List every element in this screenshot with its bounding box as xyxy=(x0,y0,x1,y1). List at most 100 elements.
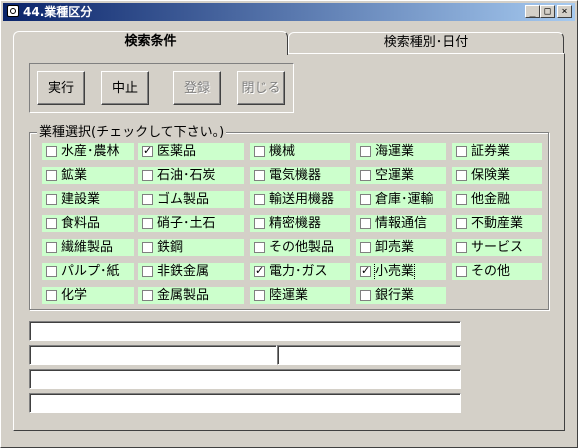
industry-checkbox[interactable]: 保険業 xyxy=(452,167,542,184)
checkbox-label: パルプ･紙 xyxy=(61,264,120,279)
title-bar[interactable]: 44.業種区分 _ □ × xyxy=(3,3,575,21)
industry-checkbox[interactable]: 電力･ガス xyxy=(250,263,350,280)
text-field-2[interactable] xyxy=(29,345,277,365)
checkbox-box[interactable] xyxy=(46,290,57,301)
checkbox-label: 金属製品 xyxy=(157,288,210,303)
industry-checkbox[interactable]: 食料品 xyxy=(42,215,134,232)
checkbox-label: 石油･石炭 xyxy=(157,168,216,183)
industry-checkbox[interactable]: 非鉄金属 xyxy=(138,263,244,280)
industry-checkbox[interactable]: サービス xyxy=(452,239,542,256)
industry-checkbox[interactable]: 建設業 xyxy=(42,191,134,208)
checkbox-box[interactable] xyxy=(254,242,265,253)
checkbox-box[interactable] xyxy=(360,146,371,157)
checkbox-box[interactable] xyxy=(46,146,57,157)
industry-checkbox[interactable]: 不動産業 xyxy=(452,215,542,232)
checkbox-box[interactable] xyxy=(254,218,265,229)
checkbox-box[interactable] xyxy=(456,218,467,229)
industry-checkbox[interactable]: 海運業 xyxy=(356,143,446,160)
checkbox-box[interactable] xyxy=(254,146,265,157)
checkbox-label: 硝子･土石 xyxy=(157,216,216,231)
industry-checkbox[interactable]: ゴム製品 xyxy=(138,191,244,208)
checkbox-label: 空運業 xyxy=(375,168,415,183)
checkbox-box[interactable] xyxy=(142,242,153,253)
checkbox-box[interactable] xyxy=(142,266,153,277)
checkbox-box[interactable] xyxy=(254,264,265,277)
industry-checkbox[interactable]: 化学 xyxy=(42,287,134,304)
checkbox-label: 他金融 xyxy=(471,192,511,207)
register-button: 登録 xyxy=(173,71,221,105)
industry-checkbox[interactable]: パルプ･紙 xyxy=(42,263,134,280)
checkbox-box[interactable] xyxy=(456,266,467,277)
checkbox-box[interactable] xyxy=(360,290,371,301)
checkbox-label: 繊維製品 xyxy=(61,240,114,255)
industry-checkbox[interactable]: 機械 xyxy=(250,143,350,160)
industry-checkbox[interactable]: 鉄鋼 xyxy=(138,239,244,256)
checkbox-box[interactable] xyxy=(254,290,265,301)
industry-checkbox[interactable]: 石油･石炭 xyxy=(138,167,244,184)
checkbox-label: その他 xyxy=(471,264,511,279)
industry-checkbox[interactable]: 銀行業 xyxy=(356,287,446,304)
window-title: 44.業種区分 xyxy=(23,5,93,19)
checkbox-label: 医薬品 xyxy=(157,144,197,159)
maximize-button[interactable]: □ xyxy=(540,5,555,18)
industry-checkbox[interactable]: 陸運業 xyxy=(250,287,350,304)
checkbox-box[interactable] xyxy=(254,170,265,181)
execute-button[interactable]: 実行 xyxy=(37,71,85,105)
text-field-1[interactable] xyxy=(29,321,461,341)
text-field-4[interactable] xyxy=(29,369,461,389)
industry-checkbox[interactable]: 空運業 xyxy=(356,167,446,184)
industry-checkbox[interactable]: 他金融 xyxy=(452,191,542,208)
checkbox-box[interactable] xyxy=(46,242,57,253)
checkbox-box[interactable] xyxy=(46,266,57,277)
industry-checkbox[interactable]: 情報通信 xyxy=(356,215,446,232)
checkbox-label: ゴム製品 xyxy=(157,192,210,207)
industry-checkbox[interactable]: 硝子･土石 xyxy=(138,215,244,232)
checkbox-label: 不動産業 xyxy=(471,216,524,231)
checkbox-box[interactable] xyxy=(142,290,153,301)
industry-checkbox[interactable]: 水産･農林 xyxy=(42,143,134,160)
minimize-button[interactable]: _ xyxy=(525,5,540,18)
checkbox-label: 証券業 xyxy=(471,144,511,159)
industry-checkbox[interactable]: 小売業 xyxy=(356,263,446,280)
app-icon[interactable] xyxy=(7,5,19,17)
checkbox-box[interactable] xyxy=(142,144,153,157)
checkbox-box[interactable] xyxy=(456,146,467,157)
checkbox-box[interactable] xyxy=(456,194,467,205)
industry-checkbox[interactable]: 鉱業 xyxy=(42,167,134,184)
industry-checkbox[interactable]: 輸送用機器 xyxy=(250,191,350,208)
industry-checkbox[interactable]: 繊維製品 xyxy=(42,239,134,256)
industry-checkbox[interactable]: 卸売業 xyxy=(356,239,446,256)
checkbox-box[interactable] xyxy=(142,218,153,229)
checkbox-box[interactable] xyxy=(360,218,371,229)
close-button[interactable]: × xyxy=(557,5,572,18)
checkbox-box[interactable] xyxy=(46,218,57,229)
text-field-5[interactable] xyxy=(29,393,461,413)
industry-checkbox[interactable]: その他 xyxy=(452,263,542,280)
checkbox-box[interactable] xyxy=(360,242,371,253)
text-field-3[interactable] xyxy=(277,345,461,365)
stop-button[interactable]: 中止 xyxy=(101,71,149,105)
checkbox-box[interactable] xyxy=(456,170,467,181)
industry-checkbox[interactable]: その他製品 xyxy=(250,239,350,256)
checkbox-box[interactable] xyxy=(456,242,467,253)
checkbox-label: 化学 xyxy=(61,288,88,303)
tab-search-conditions[interactable]: 検索条件 xyxy=(13,31,288,55)
industry-checkbox[interactable]: 金属製品 xyxy=(138,287,244,304)
industry-checkbox[interactable]: 精密機器 xyxy=(250,215,350,232)
industry-checkbox[interactable]: 証券業 xyxy=(452,143,542,160)
checkbox-box[interactable] xyxy=(254,194,265,205)
checkbox-box[interactable] xyxy=(142,170,153,181)
checkbox-label: 電気機器 xyxy=(269,168,322,183)
checkbox-box[interactable] xyxy=(46,170,57,181)
checkbox-label: 小売業 xyxy=(373,263,416,280)
industry-checkbox[interactable]: 倉庫･運輸 xyxy=(356,191,446,208)
checkbox-box[interactable] xyxy=(142,194,153,205)
industry-checkbox[interactable]: 電気機器 xyxy=(250,167,350,184)
checkbox-box[interactable] xyxy=(360,264,371,277)
industry-checkbox[interactable]: 医薬品 xyxy=(138,143,244,160)
tab-search-type-date[interactable]: 検索種別･日付 xyxy=(288,32,564,54)
checkbox-label: 精密機器 xyxy=(269,216,322,231)
checkbox-box[interactable] xyxy=(360,194,371,205)
checkbox-box[interactable] xyxy=(46,194,57,205)
checkbox-box[interactable] xyxy=(360,170,371,181)
